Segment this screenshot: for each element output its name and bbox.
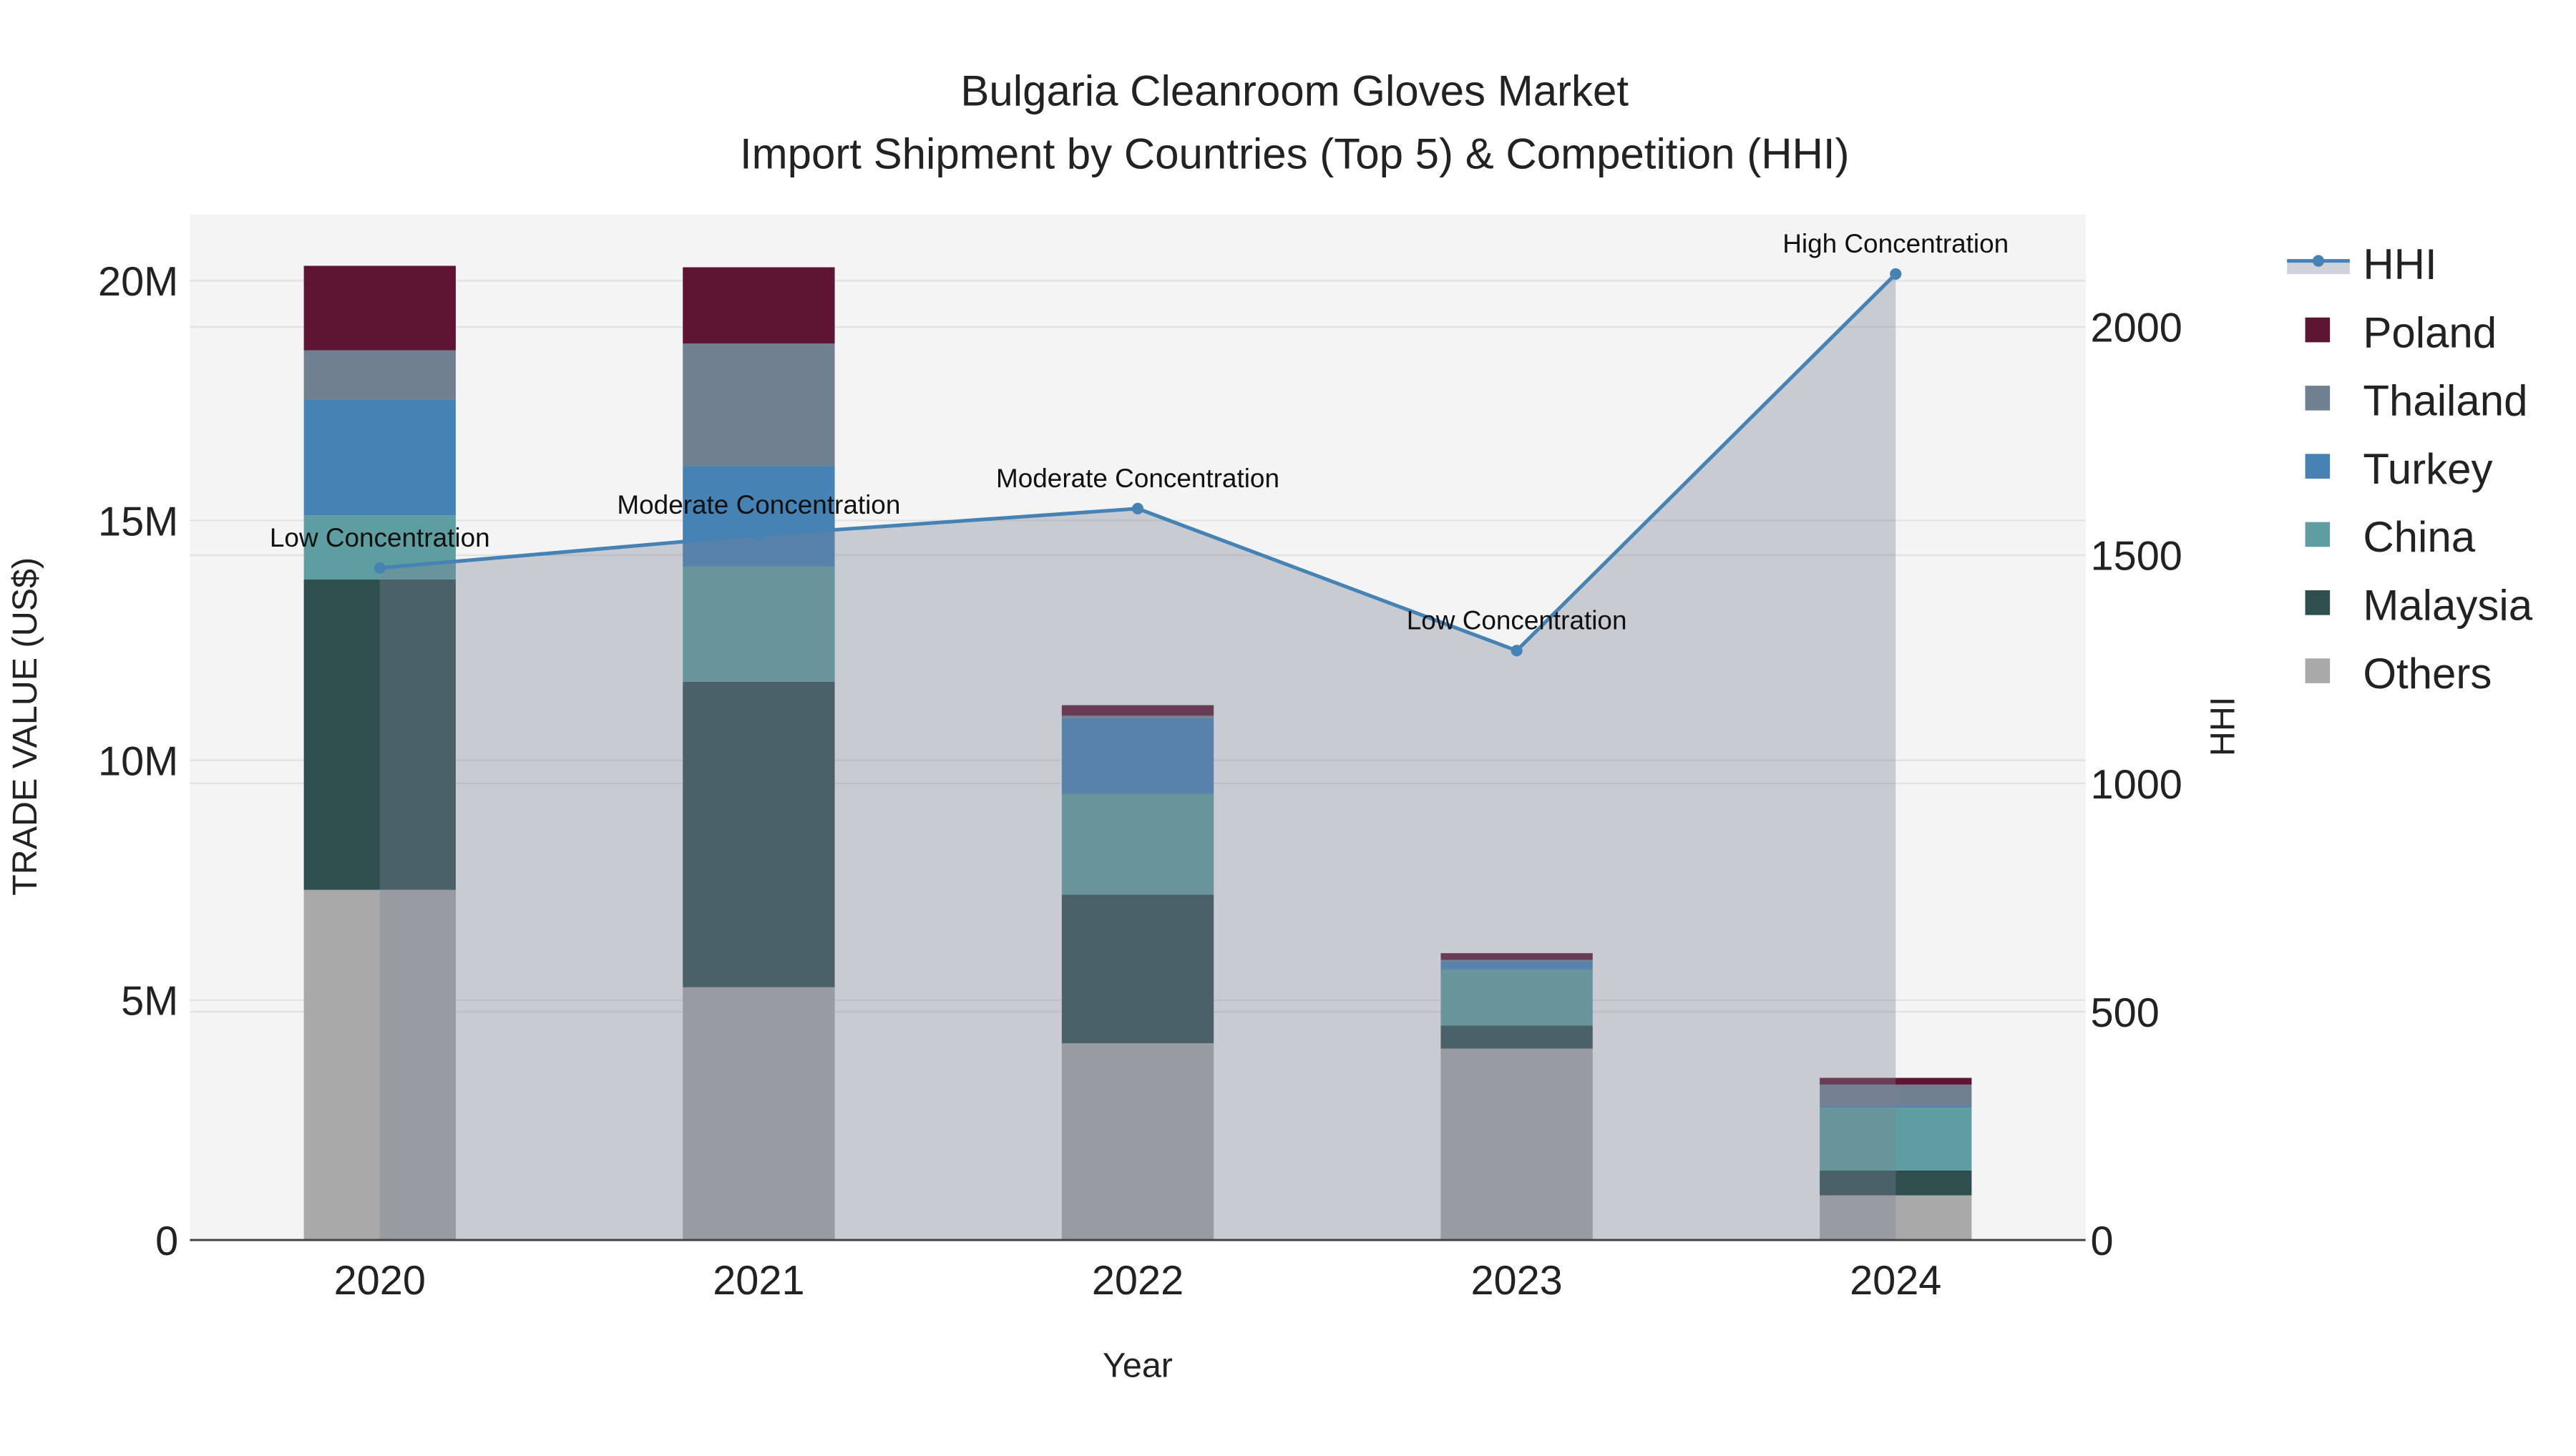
x-tick-label: 2021 <box>713 1258 804 1304</box>
y-tick-label: 15M <box>98 499 178 544</box>
y2-axis-title: HHI <box>2203 697 2242 756</box>
legend-label: HHI <box>2363 240 2436 288</box>
legend-item-others: Others <box>2305 650 2492 698</box>
legend-label: Malaysia <box>2363 582 2532 630</box>
hhi-point-2023 <box>1511 645 1523 657</box>
legend-swatch <box>2305 454 2331 479</box>
hhi-point-2024 <box>1890 268 1902 280</box>
bar-poland-2020 <box>303 265 456 351</box>
y-tick-label: 0 <box>155 1218 178 1264</box>
hhi-annotation: Moderate Concentration <box>996 464 1279 493</box>
y-axis-title: TRADE VALUE (US$) <box>6 557 44 896</box>
y-tick-label: 20M <box>98 259 178 305</box>
legend-label: Others <box>2363 650 2492 698</box>
y2-tick-label: 1500 <box>2091 534 2182 580</box>
legend-label: Poland <box>2363 308 2497 356</box>
legend-swatch <box>2305 658 2331 683</box>
legend-item-poland: Poland <box>2305 308 2497 356</box>
legend-swatch <box>2305 317 2331 343</box>
hhi-annotation: High Concentration <box>1782 229 2009 258</box>
hhi-point-2022 <box>1131 502 1144 514</box>
bar-turkey-2020 <box>303 399 456 516</box>
bar-thailand-2020 <box>303 350 456 400</box>
y-tick-label: 5M <box>121 979 178 1025</box>
x-tick-label: 2022 <box>1092 1258 1184 1304</box>
x-tick-label: 2023 <box>1470 1258 1562 1304</box>
chart-stage: Bulgaria Cleanroom Gloves Market Import … <box>0 0 2576 1448</box>
legend-hhi-marker <box>2312 255 2325 267</box>
legend: HHI Poland Thailand Turkey China Malaysia Othe… <box>2287 240 2533 698</box>
legend-swatch <box>2305 386 2331 411</box>
legend-item-malaysia: Malaysia <box>2305 582 2533 630</box>
bar-thailand-2021 <box>683 343 835 466</box>
legend-label: China <box>2363 513 2475 561</box>
hhi-annotation: Low Concentration <box>1407 605 1627 635</box>
hhi-annotation: Low Concentration <box>270 523 490 552</box>
hhi-point-2021 <box>753 529 765 541</box>
y-tick-label: 10M <box>98 738 178 784</box>
chart: Bulgaria Cleanroom Gloves Market Import … <box>6 67 2533 1385</box>
legend-item-china: China <box>2305 513 2476 561</box>
legend-item-hhi: HHI <box>2287 240 2437 288</box>
x-tick-label: 2020 <box>334 1258 426 1304</box>
y2-tick-label: 2000 <box>2091 306 2182 351</box>
legend-item-thailand: Thailand <box>2305 377 2527 425</box>
legend-label: Turkey <box>2363 445 2492 493</box>
legend-swatch <box>2305 522 2331 547</box>
hhi-point-2020 <box>374 562 386 574</box>
legend-label: Thailand <box>2363 377 2527 425</box>
y2-tick-label: 1000 <box>2091 762 2182 808</box>
chart-subtitle: Import Shipment by Countries (Top 5) & C… <box>740 130 1850 177</box>
chart-title: Bulgaria Cleanroom Gloves Market <box>960 67 1629 115</box>
hhi-annotation: Moderate Concentration <box>617 490 900 519</box>
x-axis-title: Year <box>1103 1347 1173 1385</box>
legend-item-turkey: Turkey <box>2305 445 2492 493</box>
bar-poland-2021 <box>683 267 835 344</box>
x-tick-label: 2024 <box>1850 1258 1941 1304</box>
legend-swatch <box>2305 590 2331 615</box>
y2-tick-label: 0 <box>2091 1218 2114 1264</box>
y2-tick-label: 500 <box>2091 990 2160 1036</box>
